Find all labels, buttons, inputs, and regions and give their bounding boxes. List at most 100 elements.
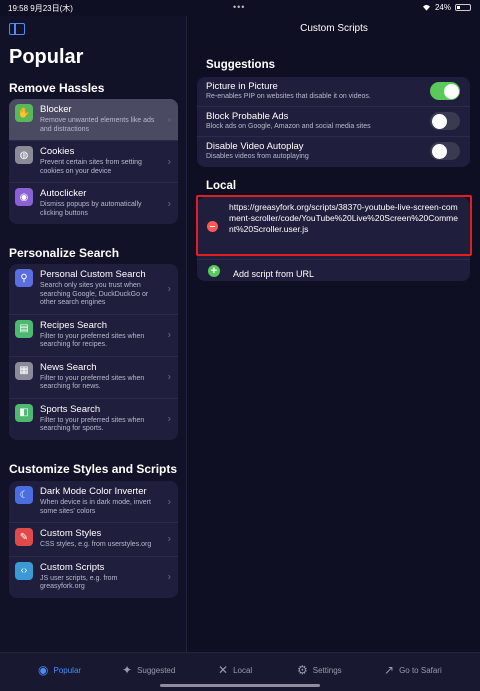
sidebar-item-custom-scripts[interactable]: ‹› Custom Scripts JS user scripts, e.g. fr… <box>9 557 178 598</box>
suggestion-disable-video-autoplay: Disable Video Autoplay Disables videos fr… <box>197 137 470 167</box>
sidebar-item-desc: CSS styles, e.g. from userstyles.org <box>40 541 152 548</box>
sidebar-item-desc: Prevent certain sites from setting cooki… <box>40 159 142 175</box>
chevron-right-icon: › <box>167 156 171 167</box>
sidebar-item-recipes-search[interactable]: ▤ Recipes Search Filter to your preferred … <box>9 315 178 357</box>
suggestion-desc: Re-enables PIP on websites that disable … <box>206 93 371 100</box>
sidebar-item-sports-search[interactable]: ◧ Sports Search Filter to your preferred s… <box>9 399 178 440</box>
tab-go-to-safari[interactable]: ↗ Go to Safari <box>384 663 442 677</box>
chevron-right-icon: › <box>167 571 171 583</box>
suggestion-picture-in-picture: Picture in Picture Re-enables PIP on webs… <box>197 77 470 107</box>
script-row[interactable]: https://greasyfork.org/scripts/38370-you… <box>197 197 470 260</box>
suggestion-desc: Block ads on Google, Amazon and social m… <box>206 123 371 130</box>
wifi-icon <box>422 4 430 11</box>
sidebar-item-label: Dark Mode Color Inverter <box>40 486 147 497</box>
multitasking-dots[interactable]: ••• <box>233 2 245 12</box>
sidebar-item-desc: Filter to your preferred sites when sear… <box>40 332 145 349</box>
chevron-right-icon: › <box>167 114 171 125</box>
moon-icon: ☾ <box>15 486 33 504</box>
tools-icon: ✕ <box>218 663 229 677</box>
toggle-knob <box>431 113 447 129</box>
status-bar: 19:58 9月23日(木) ••• 24% <box>0 0 480 16</box>
sidebar-item-text: Custom Styles CSS styles, e.g. from users… <box>40 528 158 550</box>
sidebar-item-desc: Filter to your preferred sites when sear… <box>40 374 145 391</box>
suggestion-block-probable-ads: Block Probable Ads Block ads on Google, A… <box>197 107 470 137</box>
sidebar-item-personal-custom-search[interactable]: ⚲ Personal Custom Search Search only sites… <box>9 264 178 315</box>
sidebar-item-label: Custom Styles <box>40 528 102 539</box>
tab-label: Settings <box>312 665 342 675</box>
group-customize: ☾ Dark Mode Color Inverter When device is … <box>9 481 178 598</box>
tab-label: Go to Safari <box>399 665 442 675</box>
sidebar-item-desc: Remove unwanted elements like ads and di… <box>40 117 155 133</box>
tab-settings[interactable]: ⚙ Settings <box>297 663 342 677</box>
sidebar-item-desc: Search only sites you trust when searchi… <box>40 282 149 306</box>
tab-label: Popular <box>53 665 82 675</box>
group-remove-hassles: ✋ Blocker Remove unwanted elements like ad… <box>9 99 178 224</box>
add-script-label: Add script from URL <box>233 269 315 279</box>
toggle-knob <box>443 83 459 99</box>
sidebar-item-text: Custom Scripts JS user scripts, e.g. from… <box>40 562 158 592</box>
suggestion-label: Block Probable Ads <box>206 111 289 122</box>
sidebar-item-desc: JS user scripts, e.g. from greasyfork.or… <box>40 574 118 591</box>
suggestion-desc: Disables videos from autoplaying <box>206 153 309 160</box>
remove-icon[interactable] <box>207 221 218 232</box>
local-heading: Local <box>206 180 237 192</box>
toggle-switch[interactable] <box>430 142 460 160</box>
sidebar-item-autoclicker[interactable]: ◉ Autoclicker Dismiss popups by automatica… <box>9 183 178 224</box>
sidebar-item-desc: Dismiss popups by automatically clicking… <box>40 201 142 217</box>
toggle-switch[interactable] <box>430 112 460 130</box>
sidebar-item-custom-styles[interactable]: ✎ Custom Styles CSS styles, e.g. from user… <box>9 523 178 557</box>
toggle-switch[interactable] <box>430 82 460 100</box>
recipe-icon: ▤ <box>15 319 33 338</box>
sidebar-item-label: Cookies <box>40 146 75 157</box>
suggestion-label: Disable Video Autoplay <box>206 141 304 152</box>
chevron-right-icon: › <box>167 329 171 341</box>
sidebar-item-dark-mode-color-inverter[interactable]: ☾ Dark Mode Color Inverter When device is … <box>9 481 178 523</box>
sidebar-item-cookies[interactable]: ◍ Cookies Prevent certain sites from setti… <box>9 141 178 183</box>
add-script-row[interactable]: + Add script from URL <box>197 260 470 281</box>
hand-icon: ✋ <box>15 104 33 122</box>
add-icon[interactable]: + <box>208 265 220 277</box>
sidebar-item-text: Personal Custom Search Search only sites … <box>40 269 158 308</box>
search-icon: ⚲ <box>15 269 33 287</box>
battery-percent: 24% <box>434 3 451 12</box>
chevron-right-icon: › <box>167 198 171 209</box>
home-indicator[interactable] <box>160 684 320 687</box>
arrow-up-right-icon: ↗ <box>384 663 395 677</box>
status-time: 19:58 9月23日(木) <box>8 4 73 13</box>
sidebar-item-text: Autoclicker Dismiss popups by automatical… <box>40 188 158 218</box>
main-content: Custom Scripts Suggestions Picture in Pi… <box>188 16 480 652</box>
section-title-remove-hassles: Remove Hassles <box>9 81 105 95</box>
sidebar: Popular Remove Hassles ✋ Blocker Remove un… <box>0 16 187 652</box>
sidebar-title: Popular <box>9 46 84 68</box>
sidebar-item-label: News Search <box>40 361 97 373</box>
local-scripts-card: https://greasyfork.org/scripts/38370-you… <box>197 197 470 281</box>
sidebar-item-label: Recipes Search <box>40 319 108 331</box>
sports-icon: ◧ <box>15 403 33 422</box>
chevron-right-icon: › <box>167 413 171 425</box>
sidebar-item-desc: Filter to your preferred sites when sear… <box>40 416 145 433</box>
section-title-personalize-search: Personalize Search <box>9 246 120 260</box>
tab-suggested[interactable]: ✦ Suggested <box>122 663 175 677</box>
code-icon: ‹› <box>15 561 33 580</box>
sidebar-item-desc: When device is in dark mode, invert some… <box>40 499 151 515</box>
suggestion-label: Picture in Picture <box>206 81 278 92</box>
sidebar-item-label: Personal Custom Search <box>40 269 146 280</box>
tab-label: Local <box>233 665 253 675</box>
sidebar-item-blocker[interactable]: ✋ Blocker Remove unwanted elements like ad… <box>9 99 178 141</box>
sidebar-item-text: Sports Search Filter to your preferred si… <box>40 404 158 434</box>
sidebar-item-text: Blocker Remove unwanted elements like ads… <box>40 104 158 134</box>
cookie-icon: ◍ <box>15 146 33 164</box>
status-right: 24% <box>422 3 471 12</box>
sidebar-item-news-search[interactable]: ▦ News Search Filter to your preferred sit… <box>9 357 178 399</box>
gear-icon: ⚙ <box>297 663 308 677</box>
sparkles-icon: ✦ <box>122 663 133 677</box>
sidebar-item-text: Recipes Search Filter to your preferred s… <box>40 320 158 350</box>
tab-popular[interactable]: ◉ Popular <box>38 663 81 677</box>
sidebar-item-label: Custom Scripts <box>40 561 105 573</box>
cursor-click-icon: ◉ <box>15 188 33 206</box>
sidebar-toggle-icon[interactable] <box>9 23 25 35</box>
tab-local[interactable]: ✕ Local <box>218 663 252 677</box>
paintbrush-icon: ✎ <box>15 528 33 546</box>
sidebar-item-label: Blocker <box>40 104 72 115</box>
compass-icon: ◉ <box>38 663 49 677</box>
